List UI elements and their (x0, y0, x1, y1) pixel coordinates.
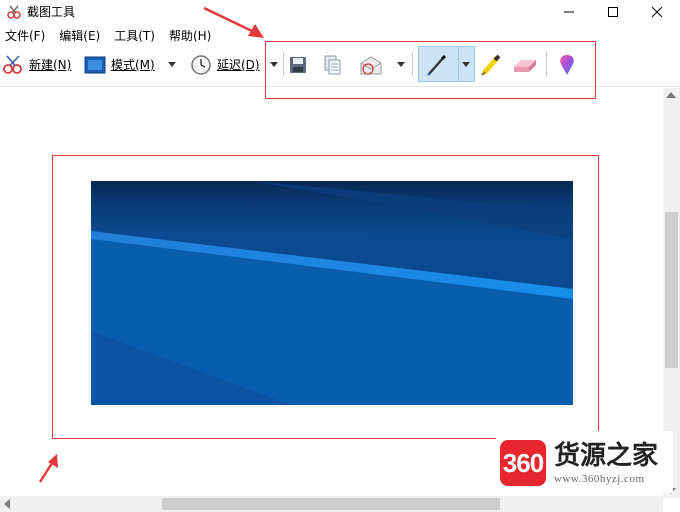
scroll-up-arrow[interactable] (666, 92, 676, 98)
watermark-logo: 360 (500, 440, 546, 486)
minimize-button[interactable] (546, 0, 592, 24)
annotation-toolbar-box (265, 41, 596, 99)
new-snip-icon (3, 55, 22, 74)
mode-icon (84, 56, 106, 74)
new-button-label: 新建(N) (29, 58, 72, 72)
watermark-url: www.360hyzj.com (554, 473, 645, 485)
window-title: 截图工具 (27, 5, 76, 19)
menu-file[interactable]: 文件(F) (5, 26, 45, 46)
maximize-icon (608, 7, 618, 17)
windows-wallpaper-image (91, 181, 573, 405)
clock-icon (191, 55, 211, 75)
close-button[interactable] (634, 0, 680, 24)
maximize-button[interactable] (590, 0, 636, 24)
menu-tools[interactable]: 工具(T) (114, 26, 155, 46)
menu-edit[interactable]: 编辑(E) (59, 26, 100, 46)
annotation-arrow-up-icon (38, 454, 58, 483)
watermark-title: 货源之家 (554, 441, 659, 471)
close-icon (652, 7, 662, 17)
title-bar: 截图工具 (0, 0, 680, 24)
vertical-scrollbar-thumb[interactable] (665, 212, 678, 368)
delay-button-label: 延迟(D) (217, 58, 260, 72)
mode-button-label: 模式(M) (111, 58, 155, 72)
minimize-icon (564, 11, 574, 13)
mode-dropdown-arrow[interactable] (168, 62, 176, 67)
annotation-arrow-icon (203, 6, 264, 38)
new-button[interactable]: 新建(N) (2, 51, 71, 79)
horizontal-scrollbar-thumb[interactable] (162, 498, 500, 510)
captured-screenshot (91, 181, 573, 405)
delay-button[interactable]: 延迟(D) (190, 51, 260, 79)
scroll-left-arrow[interactable] (4, 499, 10, 509)
mode-button[interactable]: 模式(M) (84, 51, 155, 79)
snipping-tool-icon (7, 5, 21, 19)
